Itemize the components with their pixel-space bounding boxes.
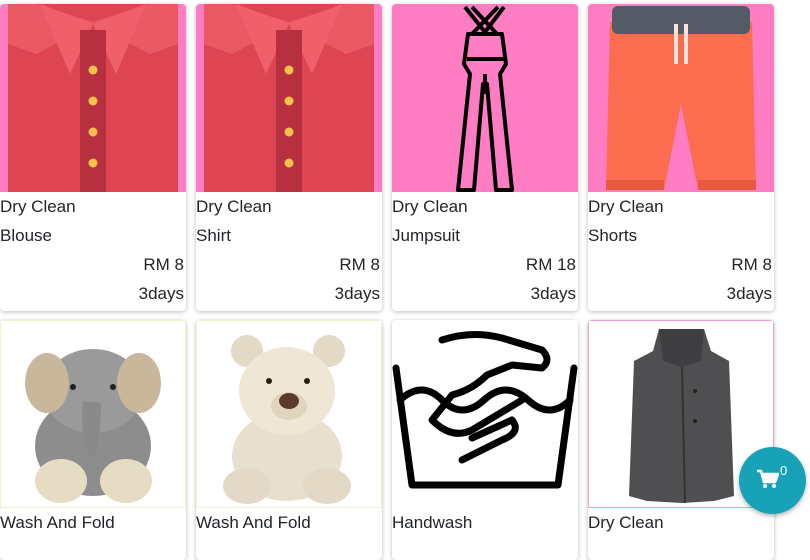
product-name: Jumpsuit [392,226,461,245]
product-card-handwash[interactable]: Handwash [392,320,578,560]
product-card-coat[interactable]: Dry Clean [588,320,774,560]
product-image-elephant[interactable] [0,320,186,508]
shopping-cart-icon [757,469,779,488]
product-duration: 3days [530,284,576,303]
product-name: Shorts [588,226,638,245]
product-category: Wash And Fold [0,513,115,532]
product-category: Dry Clean [392,197,468,216]
product-category: Dry Clean [588,513,664,532]
shorts-image [606,6,756,190]
product-price: RM 18 [525,255,576,274]
cart-button[interactable]: 0 [739,447,806,514]
product-image-handwash[interactable] [392,320,578,508]
product-image-shirt[interactable] [196,4,382,192]
product-price: RM 8 [143,255,184,274]
elephant-plush-image [25,349,161,503]
product-card-jumpsuit[interactable]: Dry Clean Jumpsuit RM 18 3days [392,4,578,311]
product-card-wash-fold-2[interactable]: Wash And Fold [196,320,382,560]
product-duration: 3days [138,284,184,303]
cart-count: 0 [780,463,788,478]
product-card-shorts[interactable]: Dry Clean Shorts RM 8 3days [588,4,774,311]
product-card-blouse[interactable]: Dry Clean Blouse RM 8 3days [0,4,186,311]
product-price: RM 8 [339,255,380,274]
product-duration: 3days [334,284,380,303]
shirt-image [8,4,178,192]
teddy-bear-image [223,335,351,504]
product-image-teddy[interactable] [196,320,382,508]
product-image-jumpsuit[interactable] [392,4,578,192]
product-image-blouse[interactable] [0,4,186,192]
product-name: Blouse [0,226,52,245]
product-card-shirt[interactable]: Dry Clean Shirt RM 8 3days [196,4,382,311]
product-category: Dry Clean [588,197,664,216]
handwash-symbol-image [392,331,578,489]
product-name: Shirt [196,226,231,245]
product-category: Wash And Fold [196,513,311,532]
product-duration: 3days [726,284,772,303]
shirt-image [204,4,374,192]
jumpsuit-image [456,5,514,192]
product-category: Dry Clean [0,197,76,216]
product-price: RM 8 [731,255,772,274]
product-category: Dry Clean [196,197,272,216]
product-image-shorts[interactable] [588,4,774,192]
product-category: Handwash [392,513,473,532]
product-card-wash-fold-1[interactable]: Wash And Fold [0,320,186,560]
